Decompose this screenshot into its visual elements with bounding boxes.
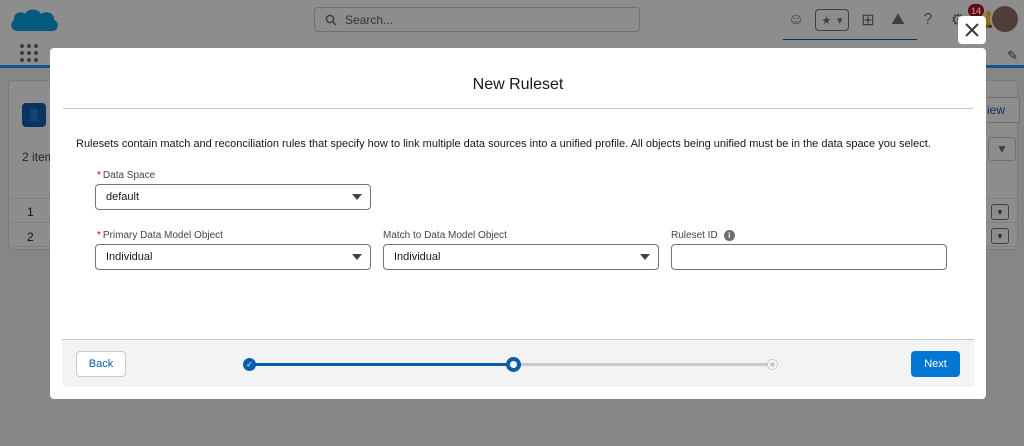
- match-dmo-select[interactable]: Individual: [383, 244, 659, 270]
- progress-fill: [250, 363, 511, 366]
- primary-dmo-value: Individual: [106, 251, 153, 263]
- required-marker: *: [97, 170, 101, 181]
- step-current[interactable]: [506, 357, 521, 372]
- ruleset-id-input[interactable]: [671, 244, 947, 270]
- chevron-down-icon: [640, 254, 650, 260]
- step-complete-check-icon[interactable]: ✓: [243, 358, 256, 371]
- ruleset-id-label: Ruleset ID i: [671, 230, 735, 241]
- match-dmo-label: Match to Data Model Object: [383, 230, 507, 241]
- primary-dmo-select[interactable]: Individual: [95, 244, 371, 270]
- data-space-label-text: Data Space: [102, 170, 156, 181]
- next-button[interactable]: Next: [911, 351, 960, 377]
- modal-header: New Ruleset: [63, 48, 973, 109]
- modal-description: Rulesets contain match and reconciliatio…: [76, 138, 931, 150]
- back-button[interactable]: Back: [76, 351, 126, 377]
- ruleset-id-label-text: Ruleset ID: [671, 230, 718, 242]
- new-ruleset-modal: New Ruleset Rulesets contain match and r…: [50, 48, 986, 399]
- modal-footer: Back ✓ Next: [62, 339, 974, 387]
- chevron-down-icon: [352, 194, 362, 200]
- info-icon[interactable]: i: [723, 230, 735, 241]
- data-space-value: default: [106, 191, 140, 203]
- modal-title: New Ruleset: [472, 76, 564, 93]
- primary-dmo-label-text: Primary Data Model Object: [102, 230, 223, 241]
- match-dmo-value: Individual: [394, 251, 441, 263]
- data-space-label: * Data Space: [97, 170, 155, 181]
- close-modal-button[interactable]: [958, 16, 986, 44]
- data-space-select[interactable]: default: [95, 184, 371, 210]
- chevron-down-icon: [352, 254, 362, 260]
- required-marker: *: [97, 230, 101, 241]
- close-icon: [965, 23, 979, 37]
- primary-dmo-label: * Primary Data Model Object: [97, 230, 223, 241]
- progress-indicator: ✓: [242, 352, 780, 376]
- step-upcoming[interactable]: [768, 360, 777, 369]
